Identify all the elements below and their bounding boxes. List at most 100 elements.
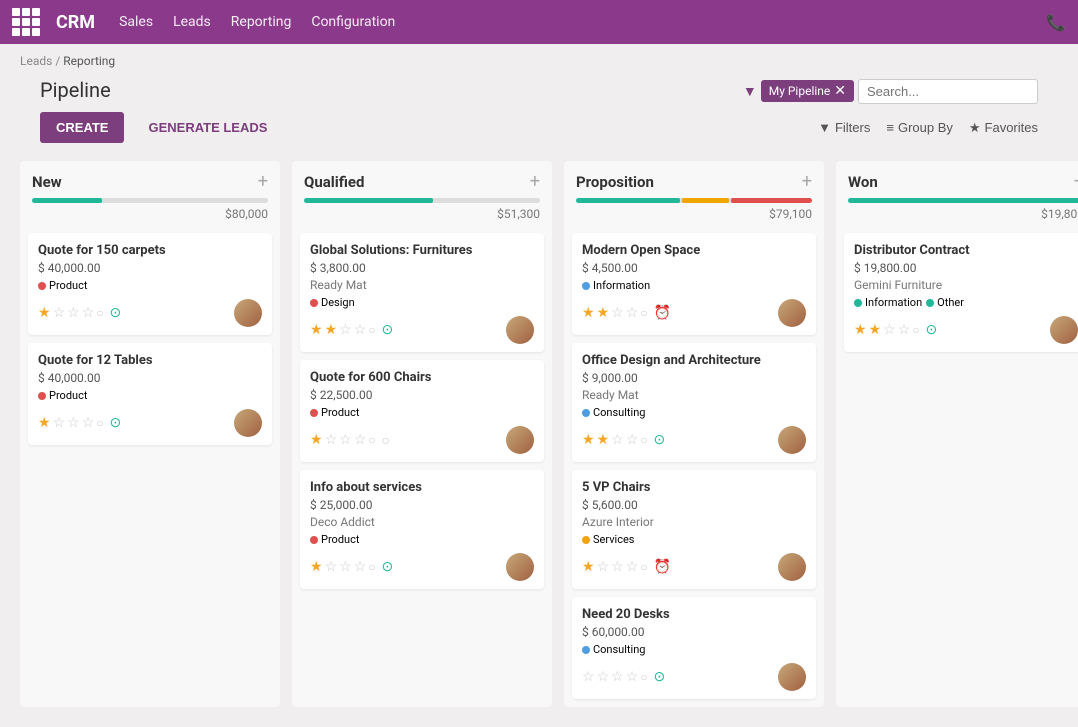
star-icon[interactable]: ☆ bbox=[354, 322, 367, 338]
star-icon[interactable]: ★ bbox=[38, 305, 51, 321]
page-header: Leads / Reporting Pipeline ▼ My Pipeline… bbox=[0, 44, 1078, 149]
col-add-icon[interactable]: + bbox=[1074, 171, 1078, 192]
star-icon[interactable]: ☆ bbox=[325, 432, 338, 448]
star-icon[interactable]: ★ bbox=[854, 322, 867, 338]
star-icon[interactable]: ☆ bbox=[597, 559, 610, 575]
star-icon[interactable]: ☆ bbox=[611, 559, 624, 575]
column-proposition: Proposition+$79,100 Modern Open Space $ … bbox=[564, 161, 824, 707]
circle-star-icon[interactable]: ○ bbox=[368, 433, 375, 447]
card-tag: Product bbox=[310, 405, 359, 420]
star-icon[interactable]: ☆ bbox=[354, 432, 367, 448]
star-icon[interactable]: ☆ bbox=[339, 322, 352, 338]
star-icon[interactable]: ☆ bbox=[82, 415, 95, 431]
star-icon[interactable]: ☆ bbox=[67, 305, 80, 321]
star-icon[interactable]: ☆ bbox=[611, 432, 624, 448]
circle-star-icon[interactable]: ○ bbox=[96, 306, 103, 320]
star-icon[interactable]: ☆ bbox=[339, 559, 352, 575]
filters-button[interactable]: ▼ Filters bbox=[818, 120, 870, 135]
col-add-icon[interactable]: + bbox=[258, 171, 268, 192]
card-title: Info about services bbox=[310, 480, 534, 495]
nav-sales[interactable]: Sales bbox=[119, 14, 153, 30]
breadcrumb-leads[interactable]: Leads bbox=[20, 54, 52, 68]
generate-leads-button[interactable]: GENERATE LEADS bbox=[148, 120, 267, 135]
search-input[interactable] bbox=[858, 79, 1038, 104]
kanban-card[interactable]: Need 20 Desks $ 60,000.00 Consulting ☆☆☆… bbox=[572, 597, 816, 699]
kanban-card[interactable]: Quote for 12 Tables $ 40,000.00 Product … bbox=[28, 343, 272, 445]
card-amount: $ 4,500.00 bbox=[582, 261, 806, 275]
filter-tag-close[interactable]: ✕ bbox=[834, 83, 846, 99]
star-icon[interactable]: ☆ bbox=[883, 322, 896, 338]
star-icon[interactable]: ★ bbox=[310, 322, 323, 338]
col-title: Won bbox=[848, 173, 1074, 191]
star-icon[interactable]: ☆ bbox=[626, 305, 639, 321]
star-icon[interactable]: ★ bbox=[38, 415, 51, 431]
star-icon[interactable]: ☆ bbox=[67, 415, 80, 431]
star-icon[interactable]: ☆ bbox=[53, 305, 66, 321]
activity-icon: ⊙ bbox=[110, 305, 122, 321]
app-grid-icon[interactable] bbox=[12, 8, 40, 36]
card-tag: Services bbox=[582, 532, 634, 547]
favorites-button[interactable]: ★ Favorites bbox=[969, 120, 1038, 136]
star-icon[interactable]: ★ bbox=[310, 559, 323, 575]
circle-star-icon[interactable]: ○ bbox=[368, 560, 375, 574]
card-amount: $ 60,000.00 bbox=[582, 625, 806, 639]
star-icon[interactable]: ★ bbox=[597, 432, 610, 448]
circle-star-icon[interactable]: ○ bbox=[640, 433, 647, 447]
star-icon[interactable]: ☆ bbox=[354, 559, 367, 575]
star-icon[interactable]: ★ bbox=[325, 322, 338, 338]
kanban-card[interactable]: Quote for 150 carpets $ 40,000.00 Produc… bbox=[28, 233, 272, 335]
star-icon[interactable]: ★ bbox=[582, 305, 595, 321]
star-icon[interactable]: ☆ bbox=[611, 305, 624, 321]
groupby-button[interactable]: ≡ Group By bbox=[886, 120, 953, 135]
create-button[interactable]: CREATE bbox=[40, 112, 124, 143]
kanban-card[interactable]: Office Design and Architecture $ 9,000.0… bbox=[572, 343, 816, 462]
circle-star-icon[interactable]: ○ bbox=[640, 560, 647, 574]
kanban-card[interactable]: Global Solutions: Furnitures $ 3,800.00 … bbox=[300, 233, 544, 352]
card-amount: $ 22,500.00 bbox=[310, 388, 534, 402]
col-add-icon[interactable]: + bbox=[802, 171, 812, 192]
star-icon[interactable]: ☆ bbox=[582, 669, 595, 685]
nav-reporting[interactable]: Reporting bbox=[231, 14, 292, 30]
star-icon[interactable]: ★ bbox=[869, 322, 882, 338]
kanban-card[interactable]: 5 VP Chairs $ 5,600.00 Azure Interior Se… bbox=[572, 470, 816, 589]
kanban-card[interactable]: Quote for 600 Chairs $ 22,500.00 Product… bbox=[300, 360, 544, 462]
activity-icon: ⊙ bbox=[654, 432, 666, 448]
star-icon[interactable]: ☆ bbox=[611, 669, 624, 685]
star-icon[interactable]: ★ bbox=[582, 432, 595, 448]
my-pipeline-filter-tag[interactable]: My Pipeline ✕ bbox=[761, 80, 854, 102]
card-tag: Other bbox=[926, 295, 964, 310]
col-add-icon[interactable]: + bbox=[530, 171, 540, 192]
star-icon[interactable]: ★ bbox=[597, 305, 610, 321]
star-icon[interactable]: ☆ bbox=[82, 305, 95, 321]
card-rating: ★☆☆☆○ ○ bbox=[310, 432, 390, 449]
kanban-card[interactable]: Info about services $ 25,000.00 Deco Add… bbox=[300, 470, 544, 589]
kanban-card[interactable]: Modern Open Space $ 4,500.00 Information… bbox=[572, 233, 816, 335]
avatar bbox=[778, 553, 806, 581]
circle-star-icon[interactable]: ○ bbox=[912, 323, 919, 337]
circle-star-icon[interactable]: ○ bbox=[368, 323, 375, 337]
nav-configuration[interactable]: Configuration bbox=[311, 14, 395, 30]
circle-star-icon[interactable]: ○ bbox=[640, 670, 647, 684]
kanban-card[interactable]: Distributor Contract $ 19,800.00 Gemini … bbox=[844, 233, 1078, 352]
nav-leads[interactable]: Leads bbox=[173, 14, 211, 30]
circle-star-icon[interactable]: ○ bbox=[640, 306, 647, 320]
star-icon[interactable]: ☆ bbox=[898, 322, 911, 338]
card-rating: ★★☆☆○ ⊙ bbox=[854, 322, 937, 338]
card-rating: ★☆☆☆○ ⏰ bbox=[582, 559, 671, 575]
star-icon[interactable]: ☆ bbox=[626, 432, 639, 448]
breadcrumb-reporting[interactable]: Reporting bbox=[63, 54, 115, 68]
star-icon[interactable]: ☆ bbox=[597, 669, 610, 685]
star-icon[interactable]: ☆ bbox=[626, 669, 639, 685]
star-icon[interactable]: ☆ bbox=[339, 432, 352, 448]
star-icon[interactable]: ☆ bbox=[325, 559, 338, 575]
star-icon[interactable]: ★ bbox=[582, 559, 595, 575]
phone-icon[interactable]: 📞 bbox=[1046, 13, 1066, 32]
col-title: Proposition bbox=[576, 173, 802, 191]
card-amount: $ 9,000.00 bbox=[582, 371, 806, 385]
star-icon[interactable]: ★ bbox=[310, 432, 323, 448]
star-icon[interactable]: ☆ bbox=[53, 415, 66, 431]
card-amount: $ 5,600.00 bbox=[582, 498, 806, 512]
card-title: Quote for 12 Tables bbox=[38, 353, 262, 368]
star-icon[interactable]: ☆ bbox=[626, 559, 639, 575]
circle-star-icon[interactable]: ○ bbox=[96, 416, 103, 430]
